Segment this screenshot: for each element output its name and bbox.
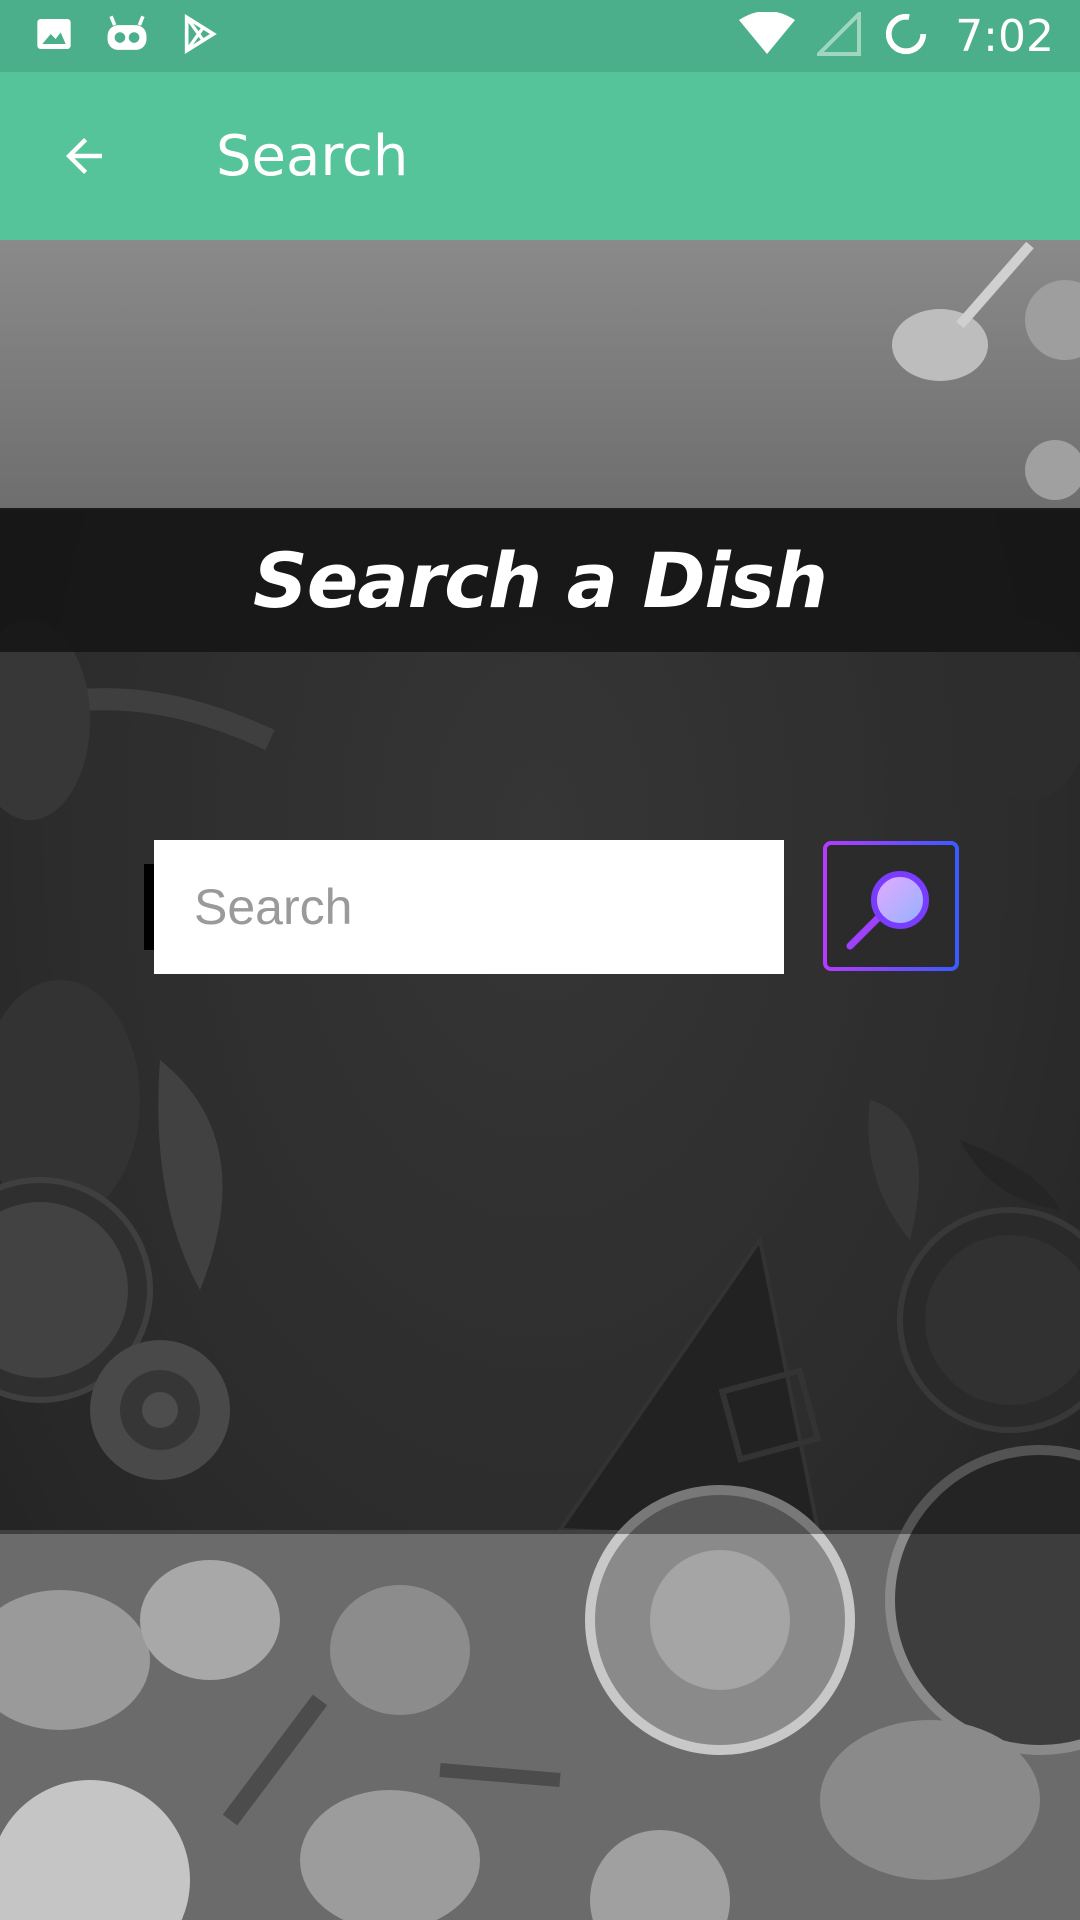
signal-icon (814, 9, 862, 60)
arrow-back-icon (66, 138, 102, 174)
app-bar-title: Search (216, 123, 409, 189)
wifi-icon (739, 11, 796, 60)
play-store-icon (180, 14, 220, 58)
status-right-icons: 7:02 (717, 9, 1054, 62)
search-screen: 7:02 Search Search a Dish (0, 0, 1080, 1920)
app-bar: Search (0, 72, 1080, 240)
status-left-icons (34, 14, 250, 58)
search-button[interactable] (822, 840, 960, 972)
android-robot-icon (104, 14, 150, 58)
magnifier-icon (823, 841, 959, 971)
search-input[interactable] (154, 840, 784, 974)
back-button[interactable] (24, 96, 144, 216)
search-input-container (144, 840, 786, 976)
status-bar: 7:02 (0, 0, 1080, 72)
image-icon (34, 14, 74, 58)
page-heading: Search a Dish (253, 535, 828, 625)
search-input-edge (144, 864, 154, 950)
status-time: 7:02 (955, 10, 1054, 62)
sync-icon (883, 11, 929, 61)
content-overlay (0, 652, 1080, 1534)
heading-banner: Search a Dish (0, 508, 1080, 652)
